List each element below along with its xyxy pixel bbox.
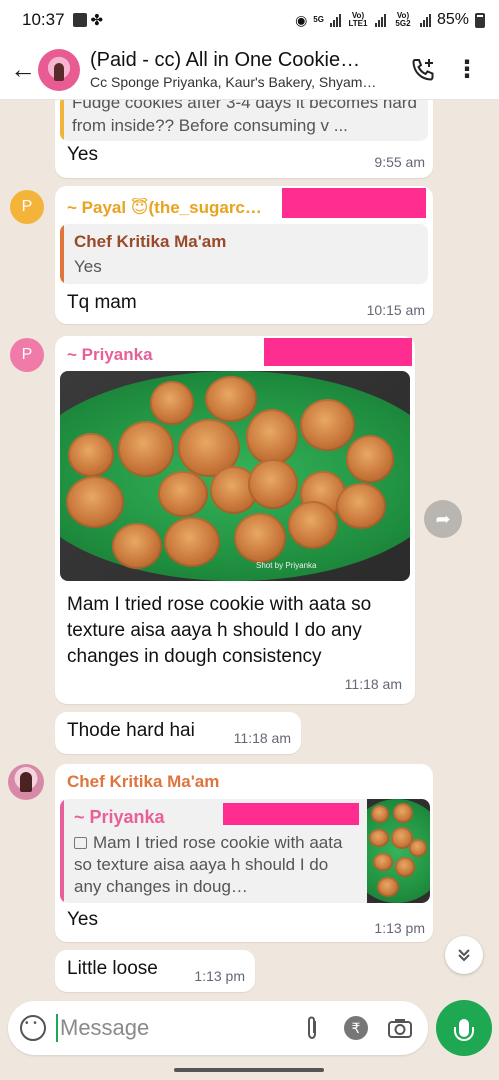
message-list[interactable]: Fudge cookies after 3-4 days it becomes … — [0, 100, 499, 995]
sender-avatar[interactable]: P — [10, 338, 44, 372]
hotspot-icon: ◉ — [295, 11, 308, 28]
add-call-icon[interactable] — [401, 57, 445, 83]
battery-percent: 85% — [436, 11, 469, 28]
emoji-icon[interactable] — [20, 1015, 46, 1041]
sender-name[interactable]: ~ Priyanka — [67, 345, 153, 365]
cookie — [371, 805, 389, 823]
phone-plus-icon — [412, 58, 434, 81]
cookie — [409, 839, 427, 857]
quoted-text: Mam I tried rose cookie with aata so tex… — [74, 833, 343, 896]
cookie — [373, 853, 393, 871]
message-time: 1:13 pm — [374, 920, 425, 936]
signal-icon — [374, 13, 386, 27]
cookie — [346, 435, 394, 483]
cookie — [369, 829, 389, 847]
payment-icon[interactable]: ₹ — [340, 1012, 372, 1044]
back-arrow-icon[interactable]: ← — [10, 54, 36, 85]
cookie — [118, 421, 174, 477]
quoted-message[interactable]: Fudge cookies after 3-4 days it becomes … — [60, 100, 428, 141]
cookie — [158, 471, 208, 517]
message-bubble[interactable]: ~ Payal 😇(the_sugarc… Chef Kritika Ma'am… — [55, 186, 433, 324]
network-label-2: Vo) 5G2 — [395, 11, 411, 28]
cookie — [336, 483, 386, 529]
forward-icon[interactable]: ➦ — [424, 500, 462, 538]
message-time: 9:55 am — [374, 154, 425, 170]
camera-icon[interactable] — [384, 1012, 416, 1044]
group-title: (Paid - cc) All in One Cookie… — [90, 49, 361, 71]
message-bubble[interactable]: Little loose 1:13 pm — [55, 950, 255, 992]
network-label-1: Vo) LTE1 — [348, 11, 368, 28]
group-members: Cc Sponge Priyanka, Kaur's Bakery, Shyam… — [90, 74, 377, 90]
more-options-icon[interactable]: ⋮ — [445, 55, 489, 84]
signal-icon — [329, 13, 341, 27]
message-time: 11:18 am — [233, 730, 291, 746]
cookie — [164, 517, 220, 567]
gallery-icon — [72, 13, 87, 27]
scroll-to-bottom-button[interactable] — [445, 936, 483, 974]
message-time: 10:15 am — [366, 302, 425, 318]
shared-photo[interactable]: Shot by Priyanka — [60, 371, 410, 581]
battery-icon — [475, 12, 485, 28]
cookie — [234, 513, 286, 563]
cookie — [395, 857, 415, 877]
quoted-photo-thumbnail — [367, 799, 430, 903]
cookie — [248, 459, 298, 509]
sender-name[interactable]: ~ Payal 😇(the_sugarc… — [67, 198, 267, 218]
mic-button[interactable] — [436, 1000, 492, 1056]
message-text: Little loose — [67, 958, 158, 979]
cookie — [112, 523, 162, 569]
home-indicator[interactable] — [174, 1068, 324, 1072]
cookie — [393, 803, 413, 823]
quoted-sender: ~ Priyanka — [74, 807, 165, 827]
text-cursor — [56, 1014, 58, 1042]
system-nav-bar — [0, 1062, 499, 1080]
message-input[interactable] — [60, 1015, 284, 1041]
message-bubble[interactable]: Fudge cookies after 3-4 days it becomes … — [55, 100, 433, 178]
message-text: Mam I tried rose cookie with aata so tex… — [67, 594, 372, 667]
quoted-text: Yes — [74, 257, 102, 276]
message-composer: ₹ — [8, 1001, 428, 1055]
mic-icon — [454, 1019, 474, 1041]
quoted-text: Fudge cookies after 3-4 days it becomes … — [72, 100, 417, 135]
fiveg-label: 5G — [313, 15, 324, 24]
redacted-phone — [264, 338, 412, 366]
message-text: Yes — [67, 909, 98, 930]
chat-header: ← (Paid - cc) All in One Cookie… Cc Spon… — [0, 40, 499, 100]
message-bubble[interactable]: Chef Kritika Ma'am ~ Priyanka Mam I trie… — [55, 764, 433, 942]
sender-name[interactable]: Chef Kritika Ma'am — [67, 772, 219, 792]
status-time: 10:37 — [22, 10, 65, 29]
chat-info[interactable]: (Paid - cc) All in One Cookie… Cc Sponge… — [90, 49, 401, 90]
cookie — [288, 501, 338, 549]
redacted-phone — [282, 188, 426, 218]
cookie — [246, 409, 298, 465]
message-time: 11:18 am — [344, 676, 402, 692]
message-text: Thode hard hai — [67, 720, 195, 741]
photo-watermark: Shot by Priyanka — [256, 561, 317, 570]
message-text: Tq mam — [67, 292, 137, 313]
quoted-sender: Chef Kritika Ma'am — [74, 232, 227, 251]
cookie — [377, 877, 399, 897]
quoted-message[interactable]: Chef Kritika Ma'am Yes — [60, 224, 428, 284]
message-bubble[interactable]: ~ Priyanka Shot by Priyanka Mam I tried … — [55, 336, 415, 704]
status-bar: 10:37 ✤ ◉ 5G Vo) LTE1 Vo) 5G2 85% — [0, 0, 499, 40]
message-bubble[interactable]: Thode hard hai 11:18 am — [55, 712, 301, 754]
cookie — [300, 399, 355, 451]
group-avatar[interactable] — [38, 48, 80, 91]
cookie — [66, 476, 124, 528]
attach-icon[interactable] — [296, 1012, 328, 1044]
sender-avatar[interactable] — [8, 764, 44, 800]
signal-icon — [419, 13, 431, 27]
cookie — [205, 376, 257, 422]
double-chevron-down-icon — [458, 949, 470, 962]
cookie — [150, 381, 194, 425]
message-time: 1:13 pm — [194, 968, 245, 984]
cookie — [68, 433, 114, 477]
apps-icon: ✤ — [90, 12, 104, 29]
quoted-message[interactable]: ~ Priyanka Mam I tried rose cookie with … — [60, 799, 430, 903]
sender-avatar[interactable]: P — [10, 190, 44, 224]
redacted-phone — [223, 803, 359, 825]
photo-icon — [74, 837, 87, 849]
message-text: Yes — [67, 144, 98, 165]
